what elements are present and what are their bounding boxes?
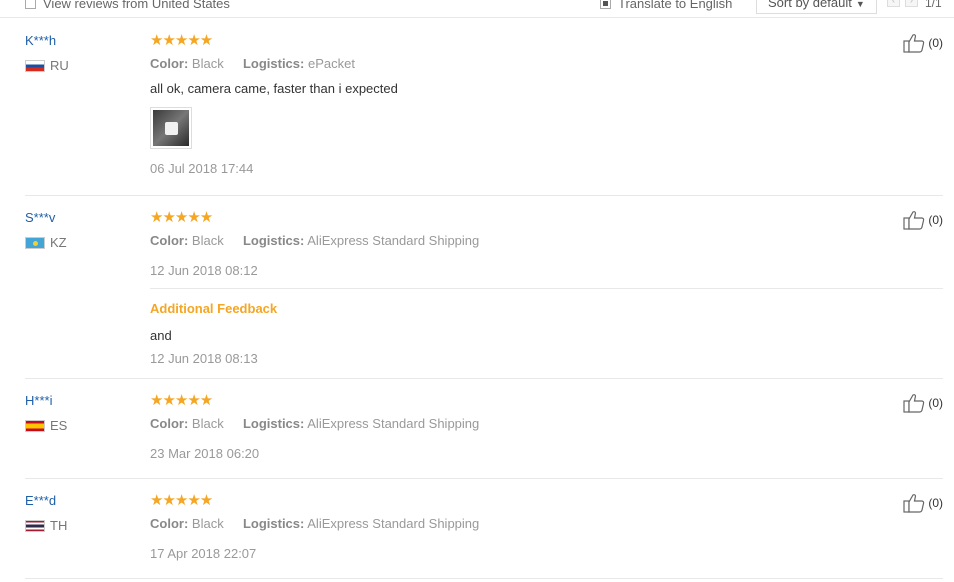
helpful-count: (0) xyxy=(928,496,943,510)
thumbs-up-icon xyxy=(903,211,925,230)
helpful-button[interactable]: (0) xyxy=(903,393,943,413)
review-filter-bar: View reviews from United States Translat… xyxy=(0,0,954,18)
logistics-label: Logistics: xyxy=(242,416,305,431)
review-content: ★★★★★ Color: Black Logistics: AliExpress… xyxy=(150,209,850,279)
sort-label: Sort by default xyxy=(768,0,852,10)
review-content: ★★★★★ Color: Black Logistics: AliExpress… xyxy=(150,492,850,562)
helpful-count: (0) xyxy=(928,36,943,50)
review-date: 12 Jun 2018 08:12 xyxy=(150,263,258,278)
helpful-button[interactable]: (0) xyxy=(903,210,943,230)
review-meta: Color: Black Logistics: AliExpress Stand… xyxy=(150,516,850,532)
review-item: S***v KZ ★★★★★ Color: Black Logistics: A… xyxy=(25,210,943,379)
review-date: 06 Jul 2018 17:44 xyxy=(150,161,254,176)
review-meta: Color: Black Logistics: ePacket xyxy=(150,56,850,72)
thumbs-up-icon xyxy=(903,394,925,413)
thumbs-up-icon xyxy=(903,34,925,53)
logistics-value: AliExpress Standard Shipping xyxy=(307,416,480,431)
logistics-value: AliExpress Standard Shipping xyxy=(307,233,480,248)
camera-photo xyxy=(153,110,189,146)
star-rating: ★★★★★ xyxy=(150,492,213,509)
chevron-down-icon: ▼ xyxy=(855,0,865,9)
color-value: Black xyxy=(191,233,224,248)
review-date: 17 Apr 2018 22:07 xyxy=(150,546,257,561)
color-label: Color: xyxy=(150,233,189,248)
review-photo-thumbnail[interactable] xyxy=(150,107,192,149)
country-code: KZ xyxy=(50,235,67,250)
reviewer-name[interactable]: H***i xyxy=(25,393,52,408)
kazakhstan-flag-icon xyxy=(25,236,45,249)
review-meta: Color: Black Logistics: AliExpress Stand… xyxy=(150,233,850,249)
reviewer-name[interactable]: E***d xyxy=(25,493,56,508)
country-code: RU xyxy=(50,58,69,73)
page-count: 1/1 xyxy=(925,0,942,10)
spain-flag-icon xyxy=(25,419,45,432)
reviewer-country: KZ xyxy=(25,235,67,250)
reviewer-country: RU xyxy=(25,58,69,73)
helpful-button[interactable]: (0) xyxy=(903,493,943,513)
country-code: TH xyxy=(50,518,68,533)
sort-select[interactable]: Sort by default ▼ xyxy=(756,0,877,14)
reviewer-country: ES xyxy=(25,418,67,433)
logistics-label: Logistics: xyxy=(242,516,305,531)
logistics-value: AliExpress Standard Shipping xyxy=(307,516,480,531)
prev-page-icon[interactable]: ‹ xyxy=(887,0,900,7)
translate-checkbox[interactable] xyxy=(600,0,611,9)
review-text: all ok, camera came, faster than i expec… xyxy=(150,81,398,96)
next-page-icon[interactable]: › xyxy=(905,0,918,7)
thumbs-up-icon xyxy=(903,494,925,513)
review-item: K***h RU ★★★★★ Color: Black Logistics: e… xyxy=(25,33,943,196)
review-content: ★★★★★ Color: Black Logistics: ePacket al… xyxy=(150,33,850,176)
review-item: E***d TH ★★★★★ Color: Black Logistics: A… xyxy=(25,493,943,579)
additional-feedback: Additional Feedback and 12 Jun 2018 08:1… xyxy=(150,301,850,366)
helpful-count: (0) xyxy=(928,213,943,227)
russia-flag-icon xyxy=(25,59,45,72)
reviewer-name[interactable]: K***h xyxy=(25,33,56,48)
country-filter[interactable]: View reviews from United States xyxy=(25,0,230,11)
country-code: ES xyxy=(50,418,68,433)
translate-label: Translate to English xyxy=(618,0,733,11)
star-rating: ★★★★★ xyxy=(150,392,213,409)
review-content: ★★★★★ Color: Black Logistics: AliExpress… xyxy=(150,392,850,462)
review-date: 23 Mar 2018 06:20 xyxy=(150,446,260,461)
color-value: Black xyxy=(191,516,224,531)
color-label: Color: xyxy=(150,416,189,431)
star-rating: ★★★★★ xyxy=(150,209,213,226)
thailand-flag-icon xyxy=(25,519,45,532)
color-label: Color: xyxy=(150,516,189,531)
additional-feedback-text: and xyxy=(150,328,172,343)
helpful-count: (0) xyxy=(928,396,943,410)
additional-divider xyxy=(150,288,943,289)
review-meta: Color: Black Logistics: AliExpress Stand… xyxy=(150,416,850,432)
reviewer-country: TH xyxy=(25,518,67,533)
country-filter-label: View reviews from United States xyxy=(43,0,230,11)
color-value: Black xyxy=(191,416,224,431)
star-rating: ★★★★★ xyxy=(150,32,213,49)
logistics-label: Logistics: xyxy=(242,233,305,248)
reviewer-name[interactable]: S***v xyxy=(25,210,55,225)
color-value: Black xyxy=(191,56,224,71)
logistics-label: Logistics: xyxy=(242,56,305,71)
logistics-value: ePacket xyxy=(307,56,355,71)
country-filter-checkbox[interactable] xyxy=(25,0,36,9)
helpful-button[interactable]: (0) xyxy=(903,33,943,53)
color-label: Color: xyxy=(150,56,189,71)
translate-toggle[interactable]: Translate to English xyxy=(600,0,732,11)
additional-feedback-date: 12 Jun 2018 08:13 xyxy=(150,351,258,366)
additional-feedback-title: Additional Feedback xyxy=(150,301,278,316)
review-item: H***i ES ★★★★★ Color: Black Logistics: A… xyxy=(25,393,943,479)
